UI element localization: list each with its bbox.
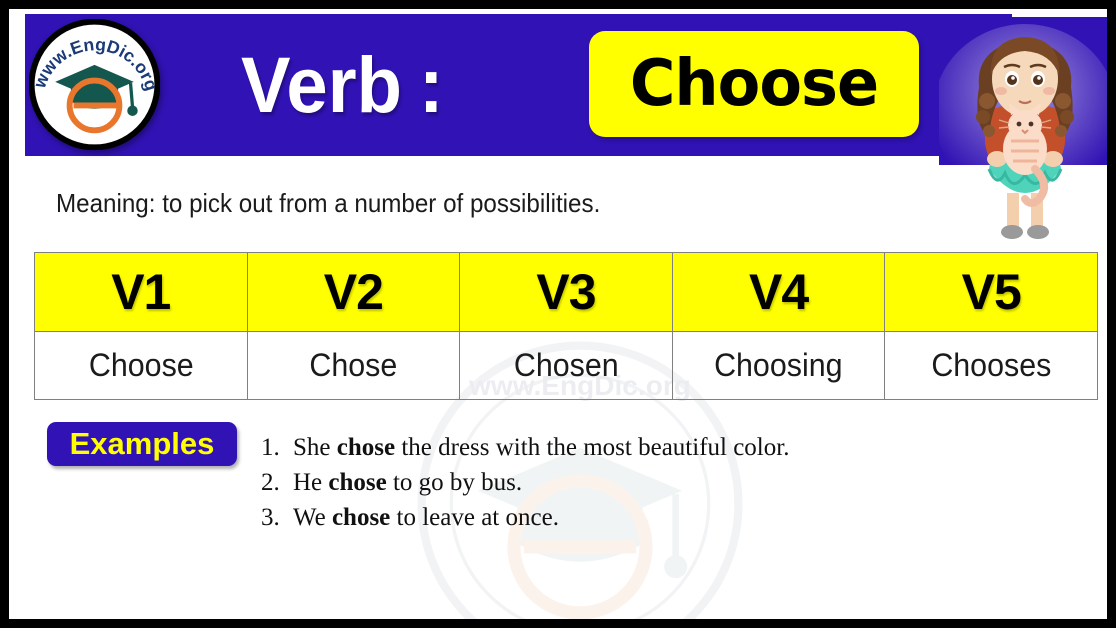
example-number: 3. — [261, 504, 280, 531]
verb-word-badge: Choose — [589, 31, 919, 137]
header-cell-v5: V5 — [884, 252, 1098, 332]
value-cell-v5: Chooses — [889, 331, 1093, 400]
poster-inner: www.EngDic.org www.EngDic.org Verb : Cho… — [9, 9, 1107, 619]
list-item: 2. He chose to go by bus. — [261, 465, 1061, 500]
examples-badge-label: Examples — [69, 426, 215, 461]
value-cell-v4: Choosing — [677, 331, 881, 400]
example-text-after: to go by bus. — [386, 469, 523, 496]
examples-list: 1. She chose the dress with the most beau… — [261, 430, 1061, 535]
verb-label: Verb — [241, 40, 403, 129]
header-cell-v1: V1 — [34, 252, 248, 332]
value-cell-v2: Chose — [251, 331, 455, 400]
example-keyword: chose — [336, 434, 396, 461]
verb-forms-poster: www.EngDic.org www.EngDic.org Verb : Cho… — [0, 0, 1116, 628]
meaning-line: Meaning: to pick out from a number of po… — [56, 188, 601, 218]
engdic-logo-icon[interactable]: www.EngDic.org — [29, 19, 160, 150]
title-colon: : — [418, 40, 444, 129]
verb-forms-table: V1 V2 V3 V4 V5 Choose Chose Chosen Choos… — [34, 252, 1098, 400]
example-text-before: We — [293, 504, 332, 531]
header-cell-v4: V4 — [671, 252, 886, 332]
verb-word: Choose — [629, 47, 879, 121]
value-cell-v3: Chosen — [464, 331, 668, 400]
header-cell-v2: V2 — [246, 252, 461, 332]
table-header-row: V1 V2 V3 V4 V5 — [34, 252, 1098, 332]
table-row: Choose Chose Chosen Choosing Chooses — [35, 331, 1098, 400]
example-text-before: She — [293, 434, 337, 461]
list-item: 3. We chose to leave at once. — [261, 500, 1061, 535]
example-keyword: chose — [331, 504, 391, 531]
list-item: 1. She chose the dress with the most beau… — [261, 430, 1061, 465]
page-title: Verb : — [241, 31, 444, 139]
value-cell-v1: Choose — [39, 331, 243, 400]
example-number: 2. — [261, 469, 280, 496]
example-text-after: to leave at once. — [390, 504, 559, 531]
girl-with-cat-illustration — [939, 17, 1107, 249]
example-text-after: the dress with the most beautiful color. — [395, 434, 790, 461]
example-keyword: chose — [328, 469, 387, 496]
example-text-before: He — [293, 469, 329, 496]
examples-badge: Examples — [47, 422, 237, 466]
example-number: 1. — [261, 434, 280, 461]
header-cell-v3: V3 — [459, 252, 673, 332]
